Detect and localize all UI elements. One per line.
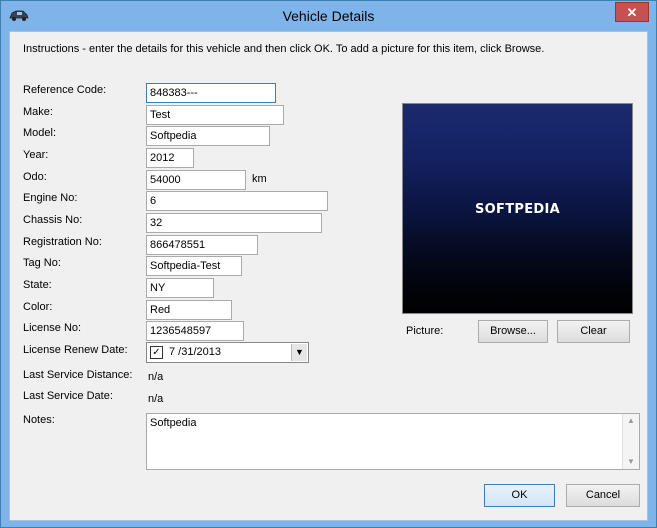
notes-scrollbar[interactable]: ▲ ▼ [622, 414, 639, 469]
instructions-text: Instructions - enter the details for thi… [23, 43, 545, 55]
tag-no-label: Tag No: [23, 257, 61, 269]
odo-input[interactable]: 54000 [146, 170, 246, 190]
license-renew-date-value: 7 /31/2013 [169, 346, 221, 358]
vehicle-details-window: Vehicle Details ✕ Instructions - enter t… [0, 0, 657, 528]
engine-no-input[interactable]: 6 [146, 191, 328, 211]
color-label: Color: [23, 301, 53, 313]
window-title: Vehicle Details [282, 8, 375, 24]
state-input[interactable]: NY [146, 278, 214, 298]
license-renew-date-picker[interactable]: ✓ 7 /31/2013 ▼ [146, 342, 309, 363]
model-input[interactable]: Softpedia [146, 126, 270, 146]
last-service-distance-label: Last Service Distance: [23, 369, 133, 381]
color-input[interactable]: Red [146, 300, 232, 320]
license-no-input[interactable]: 1236548597 [146, 321, 244, 341]
scroll-up-icon[interactable]: ▲ [623, 414, 639, 428]
license-no-label: License No: [23, 322, 82, 334]
engine-no-label: Engine No: [23, 192, 78, 204]
close-button[interactable]: ✕ [615, 2, 649, 22]
ok-button[interactable]: OK [484, 484, 555, 507]
dialog-body: Instructions - enter the details for thi… [9, 31, 648, 521]
odo-unit: km [252, 173, 267, 185]
last-service-distance-value: n/a [148, 371, 164, 383]
make-input[interactable]: Test [146, 105, 284, 125]
picture-caption: SOFTPEDIA [475, 202, 560, 217]
notes-text: Softpedia [150, 417, 197, 429]
clear-button[interactable]: Clear [557, 320, 630, 343]
license-renew-date-checkbox[interactable]: ✓ [150, 346, 163, 359]
registration-no-input[interactable]: 866478551 [146, 235, 258, 255]
picture-label: Picture: [406, 325, 444, 337]
model-label: Model: [23, 127, 57, 139]
notes-textarea[interactable]: Softpedia ▲ ▼ [146, 413, 640, 470]
make-label: Make: [23, 106, 53, 118]
notes-label: Notes: [23, 414, 55, 426]
year-input[interactable]: 2012 [146, 148, 194, 168]
scroll-down-icon[interactable]: ▼ [623, 455, 639, 469]
chassis-no-label: Chassis No: [23, 214, 83, 226]
cancel-button[interactable]: Cancel [566, 484, 640, 507]
tag-no-input[interactable]: Softpedia-Test [146, 256, 242, 276]
odo-label: Odo: [23, 171, 47, 183]
chassis-no-input[interactable]: 32 [146, 213, 322, 233]
license-renew-date-label: License Renew Date: [23, 344, 128, 356]
reference-code-label: Reference Code: [23, 84, 107, 96]
state-label: State: [23, 279, 52, 291]
year-label: Year: [23, 149, 49, 161]
chevron-down-icon[interactable]: ▼ [291, 344, 307, 361]
reference-code-input[interactable]: 848383--- [146, 83, 276, 103]
vehicle-picture: SOFTPEDIA [402, 103, 633, 314]
last-service-date-label: Last Service Date: [23, 390, 113, 402]
registration-no-label: Registration No: [23, 236, 102, 248]
title-bar[interactable]: Vehicle Details ✕ [1, 1, 656, 31]
last-service-date-value: n/a [148, 393, 164, 405]
browse-button[interactable]: Browse... [478, 320, 548, 343]
